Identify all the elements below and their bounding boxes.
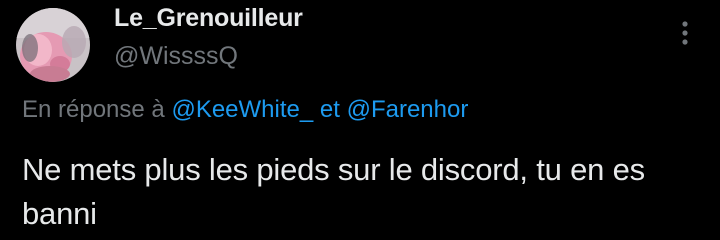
avatar[interactable] — [16, 8, 90, 82]
more-options-button[interactable] — [668, 16, 702, 50]
reply-prefix: En réponse à — [22, 96, 165, 123]
display-name[interactable]: Le_Grenouilleur — [114, 4, 303, 33]
reply-mention-keewhite[interactable]: @KeeWhite_ — [171, 96, 313, 123]
pink-character-avatar-icon — [16, 8, 90, 82]
reply-mention-farenhor[interactable]: @Farenhor — [347, 96, 469, 123]
reply-conjunction: et — [319, 96, 340, 123]
user-handle[interactable]: @WissssQ — [114, 42, 238, 71]
more-vertical-icon — [682, 21, 688, 45]
tweet-card[interactable]: Le_Grenouilleur @WissssQ En réponse à @K… — [0, 0, 720, 240]
tweet-text: Ne mets plus les pieds sur le discord, t… — [22, 152, 645, 231]
reply-context: En réponse à @KeeWhite_ et @Farenhor — [22, 96, 468, 124]
